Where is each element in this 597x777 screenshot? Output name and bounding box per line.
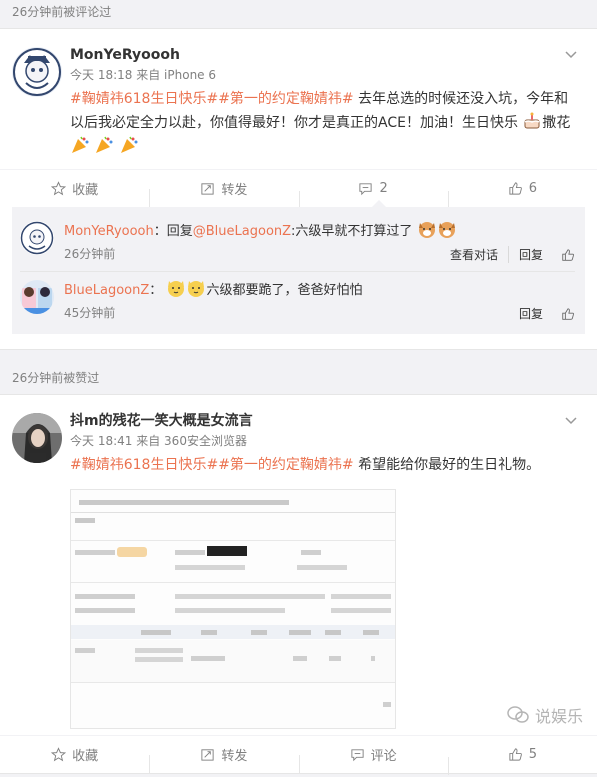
star-icon [51, 747, 67, 762]
post-body: 抖m的残花一笑大概是女流言 今天 18:41 来自 360安全浏览器 #鞠婧祎6… [0, 395, 597, 739]
thumbs-up-icon [509, 748, 522, 761]
cake-emoji-icon [524, 112, 540, 129]
post-actions: 收藏 转发 评论 5 [0, 735, 597, 775]
wechat-icon [507, 706, 529, 723]
post-username[interactable]: MonYeRyoooh [70, 45, 577, 65]
favorite-button[interactable]: 收藏 [0, 179, 149, 198]
section-header-commented: 26分钟前被评论过 [12, 5, 112, 19]
thumbs-up-icon[interactable] [561, 307, 575, 321]
repost-label: 转发 [221, 749, 248, 764]
post-card: MonYeRyoooh 今天 18:18 来自 iPhone 6 #鞠婧祎618… [0, 28, 597, 350]
post-text-end: 撒花 [542, 115, 571, 131]
comment-body: :六级早就不打算过了 [291, 224, 413, 239]
post-card: 抖m的残花一笑大概是女流言 今天 18:41 来自 360安全浏览器 #鞠婧祎6… [0, 394, 597, 775]
post-meta: 今天 18:18 来自 iPhone 6 [70, 65, 577, 85]
watermark-text: 说娱乐 [534, 707, 583, 726]
comment-time: 45分钟前 [64, 306, 116, 320]
post-content: #鞠婧祎618生日快乐##第一的约定鞠婧祎# 希望能给你最好的生日礼物。 [70, 453, 577, 477]
favorite-label: 收藏 [72, 183, 99, 198]
repost-button[interactable]: 转发 [149, 745, 298, 773]
post-username[interactable]: 抖m的残花一笑大概是女流言 [70, 411, 577, 431]
comment-text: MonYeRyoooh：回复@BlueLagoonZ:六级早就不打算过了 [64, 219, 575, 243]
dog-emoji-icon [418, 222, 435, 238]
cat-emoji-icon [168, 281, 185, 297]
avatar[interactable] [20, 221, 54, 255]
favorite-label: 收藏 [72, 749, 99, 764]
star-icon [51, 181, 67, 196]
party-popper-icon [120, 136, 138, 153]
party-popper-icon [96, 136, 113, 153]
comment-item: BlueLagoonZ： 六级都要跪了，爸爸好怕怕 45分钟前 回复 [20, 272, 575, 330]
comment-icon [359, 183, 373, 196]
repost-button[interactable]: 转发 [149, 179, 298, 207]
reply-link[interactable]: 回复 [507, 246, 553, 263]
like-button[interactable]: 5 [447, 747, 597, 775]
post-time[interactable]: 今天 18:18 [70, 68, 132, 82]
comment-item: MonYeRyoooh：回复@BlueLagoonZ:六级早就不打算过了 26分… [20, 213, 575, 272]
avatar[interactable] [20, 280, 54, 314]
comment-button[interactable]: 评论 [298, 745, 448, 773]
section-header-liked: 26分钟前被赞过 [12, 371, 100, 385]
post-actions: 收藏 转发 2 6 [0, 169, 597, 209]
party-popper-icon [72, 136, 89, 153]
like-count: 5 [528, 747, 538, 762]
post-image[interactable] [70, 489, 396, 729]
post-content: #鞠婧祎618生日快乐##第一的约定鞠婧祎# 去年总选的时候还没入坑，今年和以后… [70, 87, 577, 159]
like-count: 6 [528, 181, 538, 196]
comment-body: 六级都要跪了，爸爸好怕怕 [206, 283, 363, 298]
thumbs-up-icon [509, 182, 522, 195]
thumbs-up-icon[interactable] [561, 248, 575, 262]
reply-link[interactable]: 回复 [509, 305, 553, 322]
comment-actions: 查看对话 回复 [440, 246, 575, 263]
watermark: 说娱乐 [507, 703, 583, 727]
comment-list: MonYeRyoooh：回复@BlueLagoonZ:六级早就不打算过了 26分… [12, 200, 585, 334]
mention-link[interactable]: @BlueLagoonZ [193, 224, 291, 239]
chevron-down-icon[interactable] [565, 49, 577, 61]
repost-icon [201, 749, 214, 761]
cat-emoji-icon [188, 281, 205, 297]
topic-link[interactable]: #鞠婧祎618生日快乐# [70, 91, 218, 107]
dog-emoji-icon [438, 222, 455, 238]
post-source: 来自 360安全浏览器 [136, 434, 247, 448]
comment-count: 2 [379, 181, 388, 196]
topic-link[interactable]: #鞠婧祎618生日快乐# [70, 457, 218, 473]
comment-username[interactable]: BlueLagoonZ [64, 283, 149, 298]
comment-actions: 回复 [509, 305, 575, 322]
topic-link[interactable]: #第一的约定鞠婧祎# [218, 457, 353, 473]
comment-prefix: ： [149, 283, 163, 298]
post-source: 来自 iPhone 6 [136, 68, 217, 82]
chevron-down-icon[interactable] [565, 415, 577, 427]
comment-username[interactable]: MonYeRyoooh [64, 224, 154, 239]
post-body: MonYeRyoooh 今天 18:18 来自 iPhone 6 #鞠婧祎618… [0, 29, 597, 169]
post-meta: 今天 18:41 来自 360安全浏览器 [70, 431, 577, 451]
comment-button[interactable]: 2 [298, 181, 448, 209]
post-text: 希望能给你最好的生日礼物。 [353, 457, 541, 473]
post-time[interactable]: 今天 18:41 [70, 434, 132, 448]
avatar[interactable] [12, 47, 62, 97]
view-conversation-link[interactable]: 查看对话 [440, 246, 508, 263]
repost-label: 转发 [221, 183, 248, 198]
like-button[interactable]: 6 [447, 181, 597, 209]
repost-icon [201, 183, 214, 195]
topic-link[interactable]: #第一的约定鞠婧祎# [218, 91, 353, 107]
comment-prefix: ：回复 [153, 224, 193, 239]
comment-text: BlueLagoonZ： 六级都要跪了，爸爸好怕怕 [64, 278, 575, 302]
comment-icon [351, 749, 364, 762]
avatar[interactable] [12, 413, 62, 463]
favorite-button[interactable]: 收藏 [0, 745, 149, 764]
comment-label: 评论 [370, 749, 397, 764]
weibo-feed: 26分钟前被评论过 MonYeRyoooh 今天 18:18 来自 iPhone… [0, 0, 597, 777]
